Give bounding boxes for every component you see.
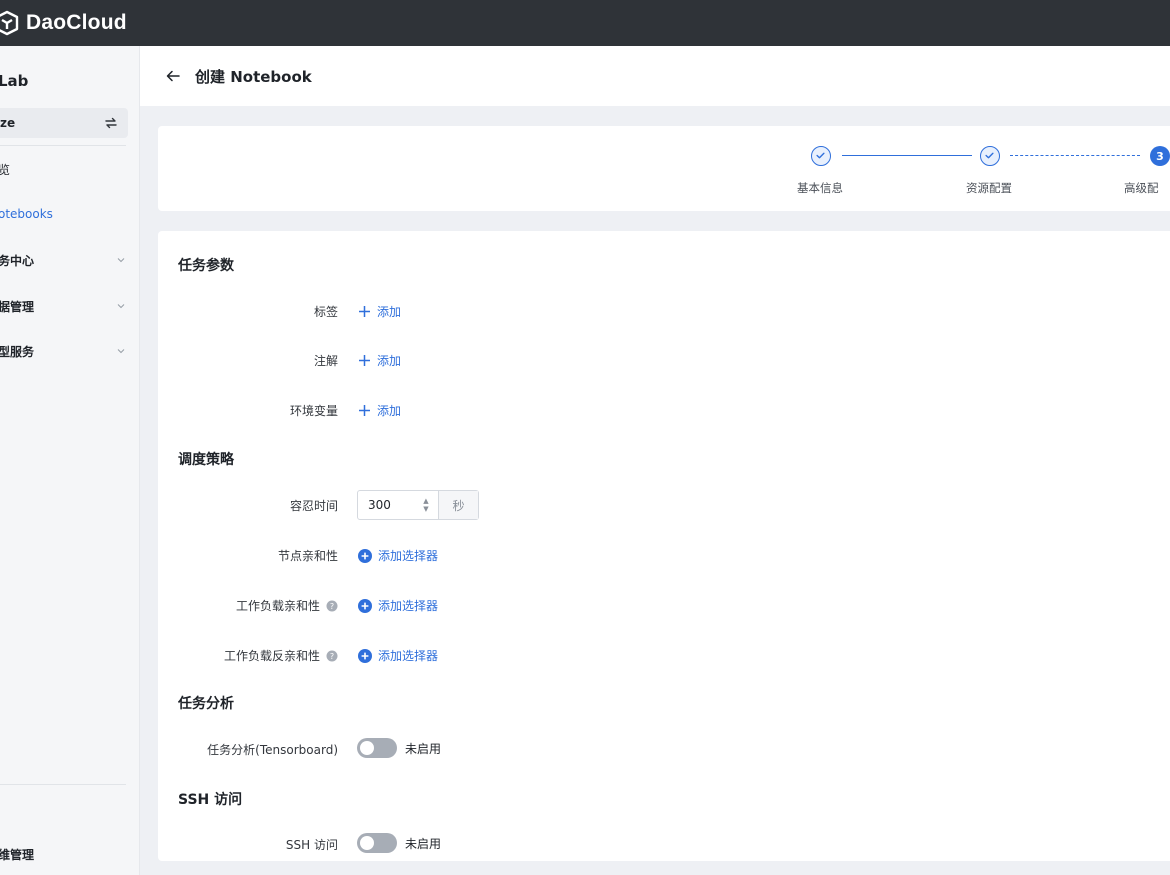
step-1-done-indicator <box>811 146 831 166</box>
tensorboard-toggle[interactable] <box>357 738 397 758</box>
brand-name: DaoCloud <box>26 11 127 34</box>
stepper-up-icon[interactable]: ▲ <box>423 497 428 505</box>
check-icon <box>985 152 994 159</box>
add-annotation-text: 添加 <box>377 354 402 368</box>
step-3-current-indicator: 3 <box>1150 146 1170 166</box>
tolerance-time-value: 300 <box>368 498 391 512</box>
tolerance-unit: 秒 <box>438 491 478 519</box>
section-title-ssh: SSH 访问 <box>178 792 243 808</box>
workload-anti-affinity-label-text: 工作负载反亲和性 <box>223 649 320 663</box>
add-env-var-text: 添加 <box>377 404 402 418</box>
ssh-toggle-row: 未启用 <box>357 833 441 853</box>
sidebar-item-label: 务中心 <box>0 253 35 268</box>
sidebar: Lab ze 览 otebooks 务中心 据管理 型服务 维管理 <box>0 46 140 875</box>
label-tolerance-time: 容忍时间 <box>289 499 338 513</box>
sidebar-item-label: 览 <box>0 161 10 178</box>
sidebar-item-task-center[interactable]: 务中心 <box>0 250 128 270</box>
section-title-task-analysis: 任务分析 <box>178 696 234 712</box>
plus-circle-icon <box>358 598 372 613</box>
check-icon <box>816 152 825 159</box>
sidebar-item-label: 维管理 <box>0 847 35 862</box>
step-label-resource-config: 资源配置 <box>966 181 1012 195</box>
sidebar-divider-bottom <box>0 784 126 785</box>
add-node-affinity-selector-button[interactable]: 添加选择器 <box>358 547 438 564</box>
plus-icon <box>359 355 370 366</box>
label-workload-anti-affinity: 工作负载反亲和性 ? <box>224 647 338 664</box>
section-title-scheduling: 调度策略 <box>178 452 234 468</box>
sidebar-item-notebooks[interactable]: otebooks <box>0 204 128 224</box>
plus-circle-icon <box>358 648 372 663</box>
label-labels: 标签 <box>313 305 338 319</box>
tensorboard-toggle-state: 未启用 <box>405 741 442 756</box>
plus-icon <box>359 306 370 317</box>
toggle-knob <box>360 836 374 850</box>
add-workload-anti-affinity-selector-button[interactable]: 添加选择器 <box>358 647 438 664</box>
label-workload-affinity: 工作负载亲和性 ? <box>236 597 338 614</box>
label-tensorboard: 任务分析(Tensorboard) <box>207 743 338 757</box>
tensorboard-toggle-row: 未启用 <box>357 738 441 758</box>
chevron-down-icon <box>117 349 125 354</box>
sidebar-item-label: 型服务 <box>0 344 35 359</box>
page-title: 创建 Notebook <box>195 67 312 86</box>
label-annotations: 注解 <box>313 354 338 368</box>
plus-circle-icon <box>358 548 372 563</box>
svg-text:?: ? <box>330 652 334 661</box>
help-icon[interactable]: ? <box>326 600 338 612</box>
svg-text:?: ? <box>330 602 334 611</box>
tolerance-stepper[interactable]: ▲ ▼ <box>414 491 438 519</box>
add-workload-affinity-text: 添加选择器 <box>378 599 439 613</box>
ssh-toggle[interactable] <box>357 833 397 853</box>
add-workload-affinity-selector-button[interactable]: 添加选择器 <box>358 597 438 614</box>
ssh-toggle-state: 未启用 <box>405 836 442 851</box>
sidebar-item-overview[interactable]: 览 <box>0 159 128 179</box>
chevron-down-icon <box>117 258 125 263</box>
swap-icon <box>105 117 117 129</box>
label-env-vars: 环境变量 <box>289 404 338 418</box>
toggle-knob <box>360 741 374 755</box>
workspace-switcher[interactable]: ze <box>0 108 128 138</box>
form-card: 任务参数 标签 添加 注解 添加 环境变量 添加 调度策略 容忍时间 300 ▲… <box>158 231 1170 861</box>
top-bar: DaoCloud <box>0 0 1170 46</box>
step-connector-1 <box>842 155 972 156</box>
workspace-name: ze <box>0 116 16 130</box>
plus-icon <box>359 405 370 416</box>
stepper-down-icon[interactable]: ▼ <box>423 505 428 513</box>
sidebar-divider <box>0 145 126 146</box>
help-icon[interactable]: ? <box>326 650 338 662</box>
step-connector-2 <box>1010 155 1140 156</box>
daocloud-logo-icon <box>0 10 19 36</box>
step-label-basic-info: 基本信息 <box>797 181 843 195</box>
add-annotation-button[interactable]: 添加 <box>358 352 401 369</box>
label-ssh: SSH 访问 <box>285 838 338 852</box>
brand-logo[interactable]: DaoCloud <box>0 10 127 36</box>
sidebar-item-model-service[interactable]: 型服务 <box>0 341 128 361</box>
step-label-advanced-config: 高级配 <box>1124 181 1159 195</box>
sidebar-item-label: otebooks <box>0 207 53 221</box>
sidebar-title: Lab <box>0 72 29 90</box>
tolerance-time-input[interactable]: 300 ▲ ▼ 秒 <box>357 490 479 520</box>
steps-indicator: 3 基本信息 资源配置 高级配 <box>158 126 1170 211</box>
add-label-button[interactable]: 添加 <box>358 303 401 320</box>
add-workload-anti-affinity-text: 添加选择器 <box>378 649 439 663</box>
section-title-task-params: 任务参数 <box>178 258 234 274</box>
sidebar-item-data-management[interactable]: 据管理 <box>0 296 128 316</box>
add-node-affinity-text: 添加选择器 <box>378 549 439 563</box>
label-node-affinity: 节点亲和性 <box>277 549 338 563</box>
step-2-done-indicator <box>980 146 1000 166</box>
chevron-down-icon <box>117 304 125 309</box>
page-header: 创建 Notebook <box>140 46 1170 106</box>
sidebar-item-ops-management[interactable]: 维管理 <box>0 844 128 864</box>
sidebar-item-label: 据管理 <box>0 299 35 314</box>
add-label-text: 添加 <box>377 305 402 319</box>
workload-affinity-label-text: 工作负载亲和性 <box>235 599 320 613</box>
back-arrow-icon[interactable] <box>165 68 181 84</box>
add-env-var-button[interactable]: 添加 <box>358 402 401 419</box>
